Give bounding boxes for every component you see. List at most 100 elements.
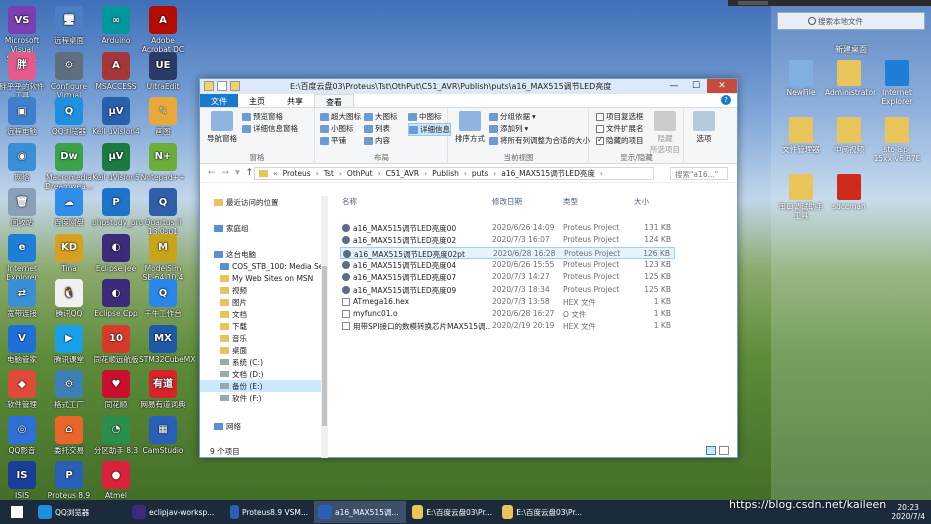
column-header-date[interactable]: 修改日期 <box>492 196 522 207</box>
layout-option[interactable]: 列表 <box>364 123 390 134</box>
desktop-icon[interactable]: ✎ 画图 <box>139 95 187 136</box>
nav-item[interactable]: 视频 <box>220 284 247 296</box>
desktop-icon[interactable]: A Adobe Acrobat DC <box>139 4 187 54</box>
desktop-icon[interactable]: ◆ 软件管理 <box>0 368 46 409</box>
nav-item[interactable]: 软件 (F:) <box>220 392 262 404</box>
nav-scrollbar[interactable] <box>321 196 327 458</box>
layout-option[interactable]: 平铺 <box>320 135 346 146</box>
help-icon[interactable]: ? <box>721 95 731 105</box>
panel-desktop-icon[interactable]: sdccman <box>825 174 873 211</box>
taskbar-item[interactable]: a16_MAX515调... <box>314 501 406 523</box>
desktop-icon[interactable]: ◉ 网络 <box>0 141 46 182</box>
taskbar-item[interactable]: Proteus8.9 VSM... <box>226 501 312 523</box>
desktop-icon[interactable]: V 电脑管家 <box>0 323 46 364</box>
desktop-icon[interactable]: ▦ CamStudio <box>139 414 187 455</box>
details-view-icon[interactable] <box>706 446 716 455</box>
nav-item[interactable]: COS_STB_100: Media Serv <box>220 260 327 272</box>
tab-file[interactable]: 文件 <box>200 94 238 107</box>
desktop-icon[interactable]: ♥ 同花顺 <box>92 368 140 409</box>
minimize-button[interactable]: — <box>663 79 685 93</box>
clock[interactable]: 20:23 2020/7/4 <box>891 503 925 521</box>
desktop-icon[interactable]: Q 千牛工作台 <box>139 277 187 318</box>
desktop-icon[interactable]: Pphpstudy_pro <box>92 186 143 227</box>
desktop-icon[interactable]: ▣ 远程电脑 <box>0 95 46 136</box>
taskbar-item[interactable]: QQ浏览器 <box>34 501 126 523</box>
desktop-icon[interactable]: ◐ Eclipse Cpp <box>92 277 140 318</box>
file-row[interactable]: a16_MAX515调节LED亮度02 2020/7/3 16:07 Proteus… <box>340 234 675 246</box>
desktop-icon[interactable]: Q QQ浏览器 <box>45 95 93 136</box>
chevron-right-icon[interactable]: › <box>600 169 603 178</box>
nav-item[interactable]: 网络 <box>214 420 241 432</box>
breadcrumb-item[interactable]: Tst <box>324 169 334 178</box>
options-button[interactable]: 选项 <box>689 111 719 144</box>
panel-desktop-icon[interactable]: Administrator <box>825 60 876 97</box>
chevron-right-icon[interactable]: › <box>493 169 496 178</box>
scroll-thumb[interactable] <box>322 266 327 426</box>
item-checkbox-toggle[interactable]: 项目复选框 <box>596 111 644 122</box>
desktop-icon[interactable]: N+ Notepad++ <box>139 141 187 182</box>
breadcrumb-item[interactable]: Publish <box>432 169 459 178</box>
file-row[interactable]: 用带SPI接口的数模转换芯片MAX515调... 2020/2/19 20:19 H… <box>340 320 675 332</box>
nav-item[interactable]: 文档 <box>220 308 247 320</box>
panel-desktop-icon[interactable]: stc-isp-15xx-v6.87E <box>873 117 921 163</box>
panel-desktop-icon[interactable]: Internet Explorer <box>873 60 921 106</box>
chevron-right-icon[interactable]: › <box>316 169 319 178</box>
desktop-icon[interactable]: 🖥 远程桌面 <box>45 4 93 45</box>
taskbar-item[interactable]: E:\百度云盘03\Pr... <box>408 501 496 523</box>
layout-option[interactable]: 中图标 <box>408 111 442 122</box>
local-search-box[interactable]: 搜索本地文件 <box>777 12 925 30</box>
back-icon[interactable]: ← <box>208 168 216 178</box>
up-icon[interactable]: ↑ <box>246 168 254 178</box>
checkbox[interactable] <box>596 124 604 133</box>
nav-item[interactable]: 家庭组 <box>214 222 249 234</box>
nav-item[interactable]: My Web Sites on MSN <box>220 272 313 284</box>
nav-item[interactable]: 最近访问的位置 <box>214 196 279 208</box>
desktop-icon[interactable]: 胖胖乎乎的软件工具 <box>0 50 46 100</box>
sort-by-button[interactable]: 排序方式 <box>453 111 487 144</box>
taskbar-item[interactable]: E:\百度云盘03\Pr... <box>498 501 586 523</box>
desktop-icon[interactable]: e Internet Explorer <box>0 232 46 282</box>
close-button[interactable]: ✕ <box>707 79 737 93</box>
chevron-down-icon[interactable]: ▾ <box>235 168 240 178</box>
chevron-right-icon[interactable]: › <box>378 169 381 178</box>
hidden-items-toggle[interactable]: 隐藏的项目 <box>596 135 644 146</box>
layout-option[interactable]: 大图标 <box>364 111 398 122</box>
properties-icon[interactable] <box>217 81 227 91</box>
breadcrumb-item[interactable]: Proteus <box>283 169 311 178</box>
nav-item[interactable]: 文档 (D:) <box>220 368 264 380</box>
large-icons-view-icon[interactable] <box>719 446 729 455</box>
add-column-button[interactable]: 添加列 ▾ <box>489 123 528 134</box>
desktop-icon[interactable]: ⌂ 委托交易 <box>45 414 93 455</box>
desktop-icon[interactable]: ∞ Arduino <box>92 4 140 45</box>
chevron-right-icon[interactable]: › <box>424 169 427 178</box>
layout-option[interactable]: 详细信息 <box>408 123 451 136</box>
file-row[interactable]: a16_MAX515调节LED亮度00 2020/6/26 14:09 Proteu… <box>340 222 675 234</box>
group-by-button[interactable]: 分组依据 ▾ <box>489 111 536 122</box>
file-extension-toggle[interactable]: 文件扩展名 <box>596 123 644 134</box>
desktop-icon[interactable]: ⚙ 格式工厂 <box>45 368 93 409</box>
layout-option[interactable]: 内容 <box>364 135 390 146</box>
chevron-right-icon[interactable]: › <box>464 169 467 178</box>
nav-item[interactable]: 音乐 <box>220 332 247 344</box>
desktop-icon[interactable]: ◎ QQ影音 <box>0 414 46 455</box>
details-pane-button[interactable]: 详细信息窗格 <box>242 123 298 134</box>
taskbar-item[interactable]: eclipjav-worksp... <box>128 501 224 523</box>
desktop-icon[interactable]: 有道 网易有道词典 <box>139 368 187 409</box>
tab-view[interactable]: 查看 <box>314 94 354 107</box>
chevron-right-icon[interactable]: › <box>339 169 342 178</box>
desktop-icon[interactable]: MX STM32CubeMX <box>139 323 195 364</box>
layout-option[interactable]: 小图标 <box>320 123 354 134</box>
desktop-icon[interactable]: µV Keil uVision5 <box>92 141 140 182</box>
panel-desktop-icon[interactable]: NewFile <box>777 60 825 97</box>
file-row[interactable]: ATmega16.hex 2020/7/3 13:58 HEX 文件 1 KB <box>340 296 675 308</box>
desktop-icon[interactable]: A MSACCESS <box>92 50 140 91</box>
nav-item[interactable]: 桌面 <box>220 344 247 356</box>
layout-option[interactable]: 超大图标 <box>320 111 361 122</box>
tab-share[interactable]: 共享 <box>276 94 314 107</box>
nav-item[interactable]: 图片 <box>220 296 247 308</box>
checkbox-checked[interactable] <box>596 135 604 145</box>
fit-columns-button[interactable]: 将所有列调整为合适的大小 <box>489 135 590 146</box>
desktop-icon[interactable]: KD Tina <box>45 232 93 273</box>
new-folder-icon[interactable] <box>230 81 240 91</box>
nav-item[interactable]: 下载 <box>220 320 247 332</box>
